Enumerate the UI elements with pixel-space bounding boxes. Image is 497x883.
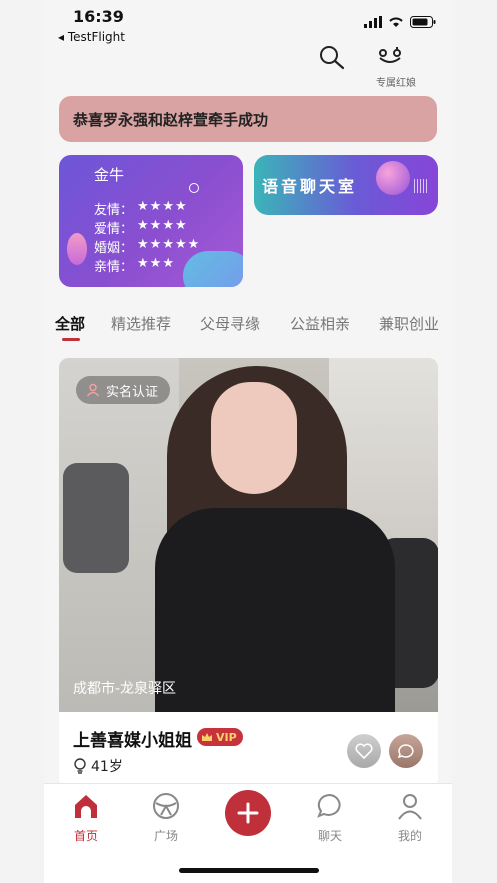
tabbar-plaza-label: 广场: [153, 829, 178, 843]
user-verified-icon: [86, 383, 100, 397]
decor-blob: [67, 233, 87, 265]
plus-icon: [237, 802, 259, 824]
decor-grid: [414, 179, 428, 193]
age-info: 41岁: [73, 756, 123, 776]
decor-ball: [376, 161, 410, 195]
tabbar-me-label: 我的: [397, 829, 422, 843]
tabbar-home-label: 首页: [73, 829, 98, 843]
tabbar-chat[interactable]: 聊天: [300, 792, 360, 844]
top-actions: 专属红娘: [318, 44, 438, 90]
horoscope-row: 友情： ★★★★: [94, 199, 188, 218]
verified-label: 实名认证: [106, 384, 159, 400]
chat-button[interactable]: [389, 734, 423, 768]
rating-stars: ★★★: [137, 256, 175, 271]
app-screen: 16:39 ◂ TestFlight 专属红娘 恭喜罗永强和赵梓萱牵手成功 金牛…: [44, 0, 452, 883]
status-time: 16:39: [73, 7, 124, 26]
matchmaker-label[interactable]: 专属红娘: [366, 74, 426, 89]
horoscope-row-label: 友情：: [94, 203, 134, 218]
voice-room-card[interactable]: 语音聊天室: [254, 155, 438, 215]
voice-room-title: 语音聊天室: [262, 177, 358, 196]
rating-stars: ★★★★: [137, 218, 188, 233]
system-icons: [364, 16, 436, 28]
vip-badge: VIP: [197, 728, 243, 746]
profile-name: 上善喜媒小姐姐: [73, 731, 192, 751]
heart-icon: [355, 743, 373, 759]
matchmaker-icon[interactable]: [376, 44, 404, 70]
search-icon[interactable]: [318, 44, 346, 72]
category-tabs: 全部 精选推荐 父母寻缘 公益相亲 兼职创业: [44, 310, 452, 344]
back-to-testflight[interactable]: ◂ TestFlight: [58, 30, 125, 44]
post-button[interactable]: [225, 790, 271, 836]
tab-featured[interactable]: 精选推荐: [111, 313, 171, 334]
verified-badge: 实名认证: [76, 376, 171, 404]
profile-photo[interactable]: 实名认证 成都市-龙泉驿区: [59, 358, 438, 712]
horoscope-row-label: 婚姻：: [94, 241, 134, 256]
profile-card[interactable]: 实名认证 成都市-龙泉驿区 上善喜媒小姐姐 VIP 41岁: [59, 358, 438, 788]
crown-icon: [202, 733, 212, 741]
signal-icon: [364, 16, 382, 28]
like-button[interactable]: [347, 734, 381, 768]
tab-charity[interactable]: 公益相亲: [290, 313, 350, 334]
chat-bubble-icon: [397, 744, 414, 759]
decor-blob: [183, 251, 243, 287]
home-indicator: [179, 868, 319, 873]
bottom-tabbar: 首页 广场 聊天 我的: [44, 783, 452, 883]
horoscope-row-label: 亲情：: [94, 260, 134, 275]
rating-stars: ★★★★★: [137, 237, 201, 252]
horoscope-card[interactable]: 金牛 友情： ★★★★ 爱情： ★★★★ 婚姻： ★★★★★ 亲情： ★★★: [59, 155, 243, 287]
tabbar-me[interactable]: 我的: [380, 792, 440, 844]
tab-parents[interactable]: 父母寻缘: [200, 313, 260, 334]
vip-label: VIP: [216, 730, 237, 744]
tab-indicator: [62, 338, 80, 341]
chat-icon: [317, 793, 341, 818]
tabbar-home[interactable]: 首页: [56, 792, 116, 844]
bulb-icon: [74, 758, 86, 774]
tab-parttime[interactable]: 兼职创业: [379, 313, 439, 334]
zodiac-sign: 金牛: [94, 166, 125, 184]
horoscope-row: 亲情： ★★★: [94, 256, 175, 275]
age-text: 41岁: [91, 759, 123, 775]
photo-body: [155, 508, 395, 712]
status-bar: 16:39 ◂ TestFlight: [44, 0, 452, 48]
tabbar-chat-label: 聊天: [317, 829, 342, 843]
tab-all[interactable]: 全部: [55, 313, 85, 334]
home-icon: [75, 795, 97, 818]
wifi-icon: [389, 17, 403, 27]
success-banner[interactable]: 恭喜罗永强和赵梓萱牵手成功: [59, 96, 437, 142]
horoscope-row: 婚姻： ★★★★★: [94, 237, 200, 256]
battery-icon: [410, 16, 436, 28]
horoscope-row-label: 爱情：: [94, 222, 134, 237]
banner-text: 恭喜罗永强和赵梓萱牵手成功: [73, 110, 269, 129]
photo-face: [211, 382, 297, 494]
decor-dot: [189, 183, 199, 193]
rating-stars: ★★★★: [137, 199, 188, 214]
horoscope-row: 爱情： ★★★★: [94, 218, 188, 237]
tabbar-plaza[interactable]: 广场: [136, 792, 196, 844]
location-text: 成都市-龙泉驿区: [73, 681, 177, 697]
photo-chair: [63, 463, 129, 573]
plaza-icon: [153, 793, 179, 819]
user-icon: [398, 794, 422, 820]
